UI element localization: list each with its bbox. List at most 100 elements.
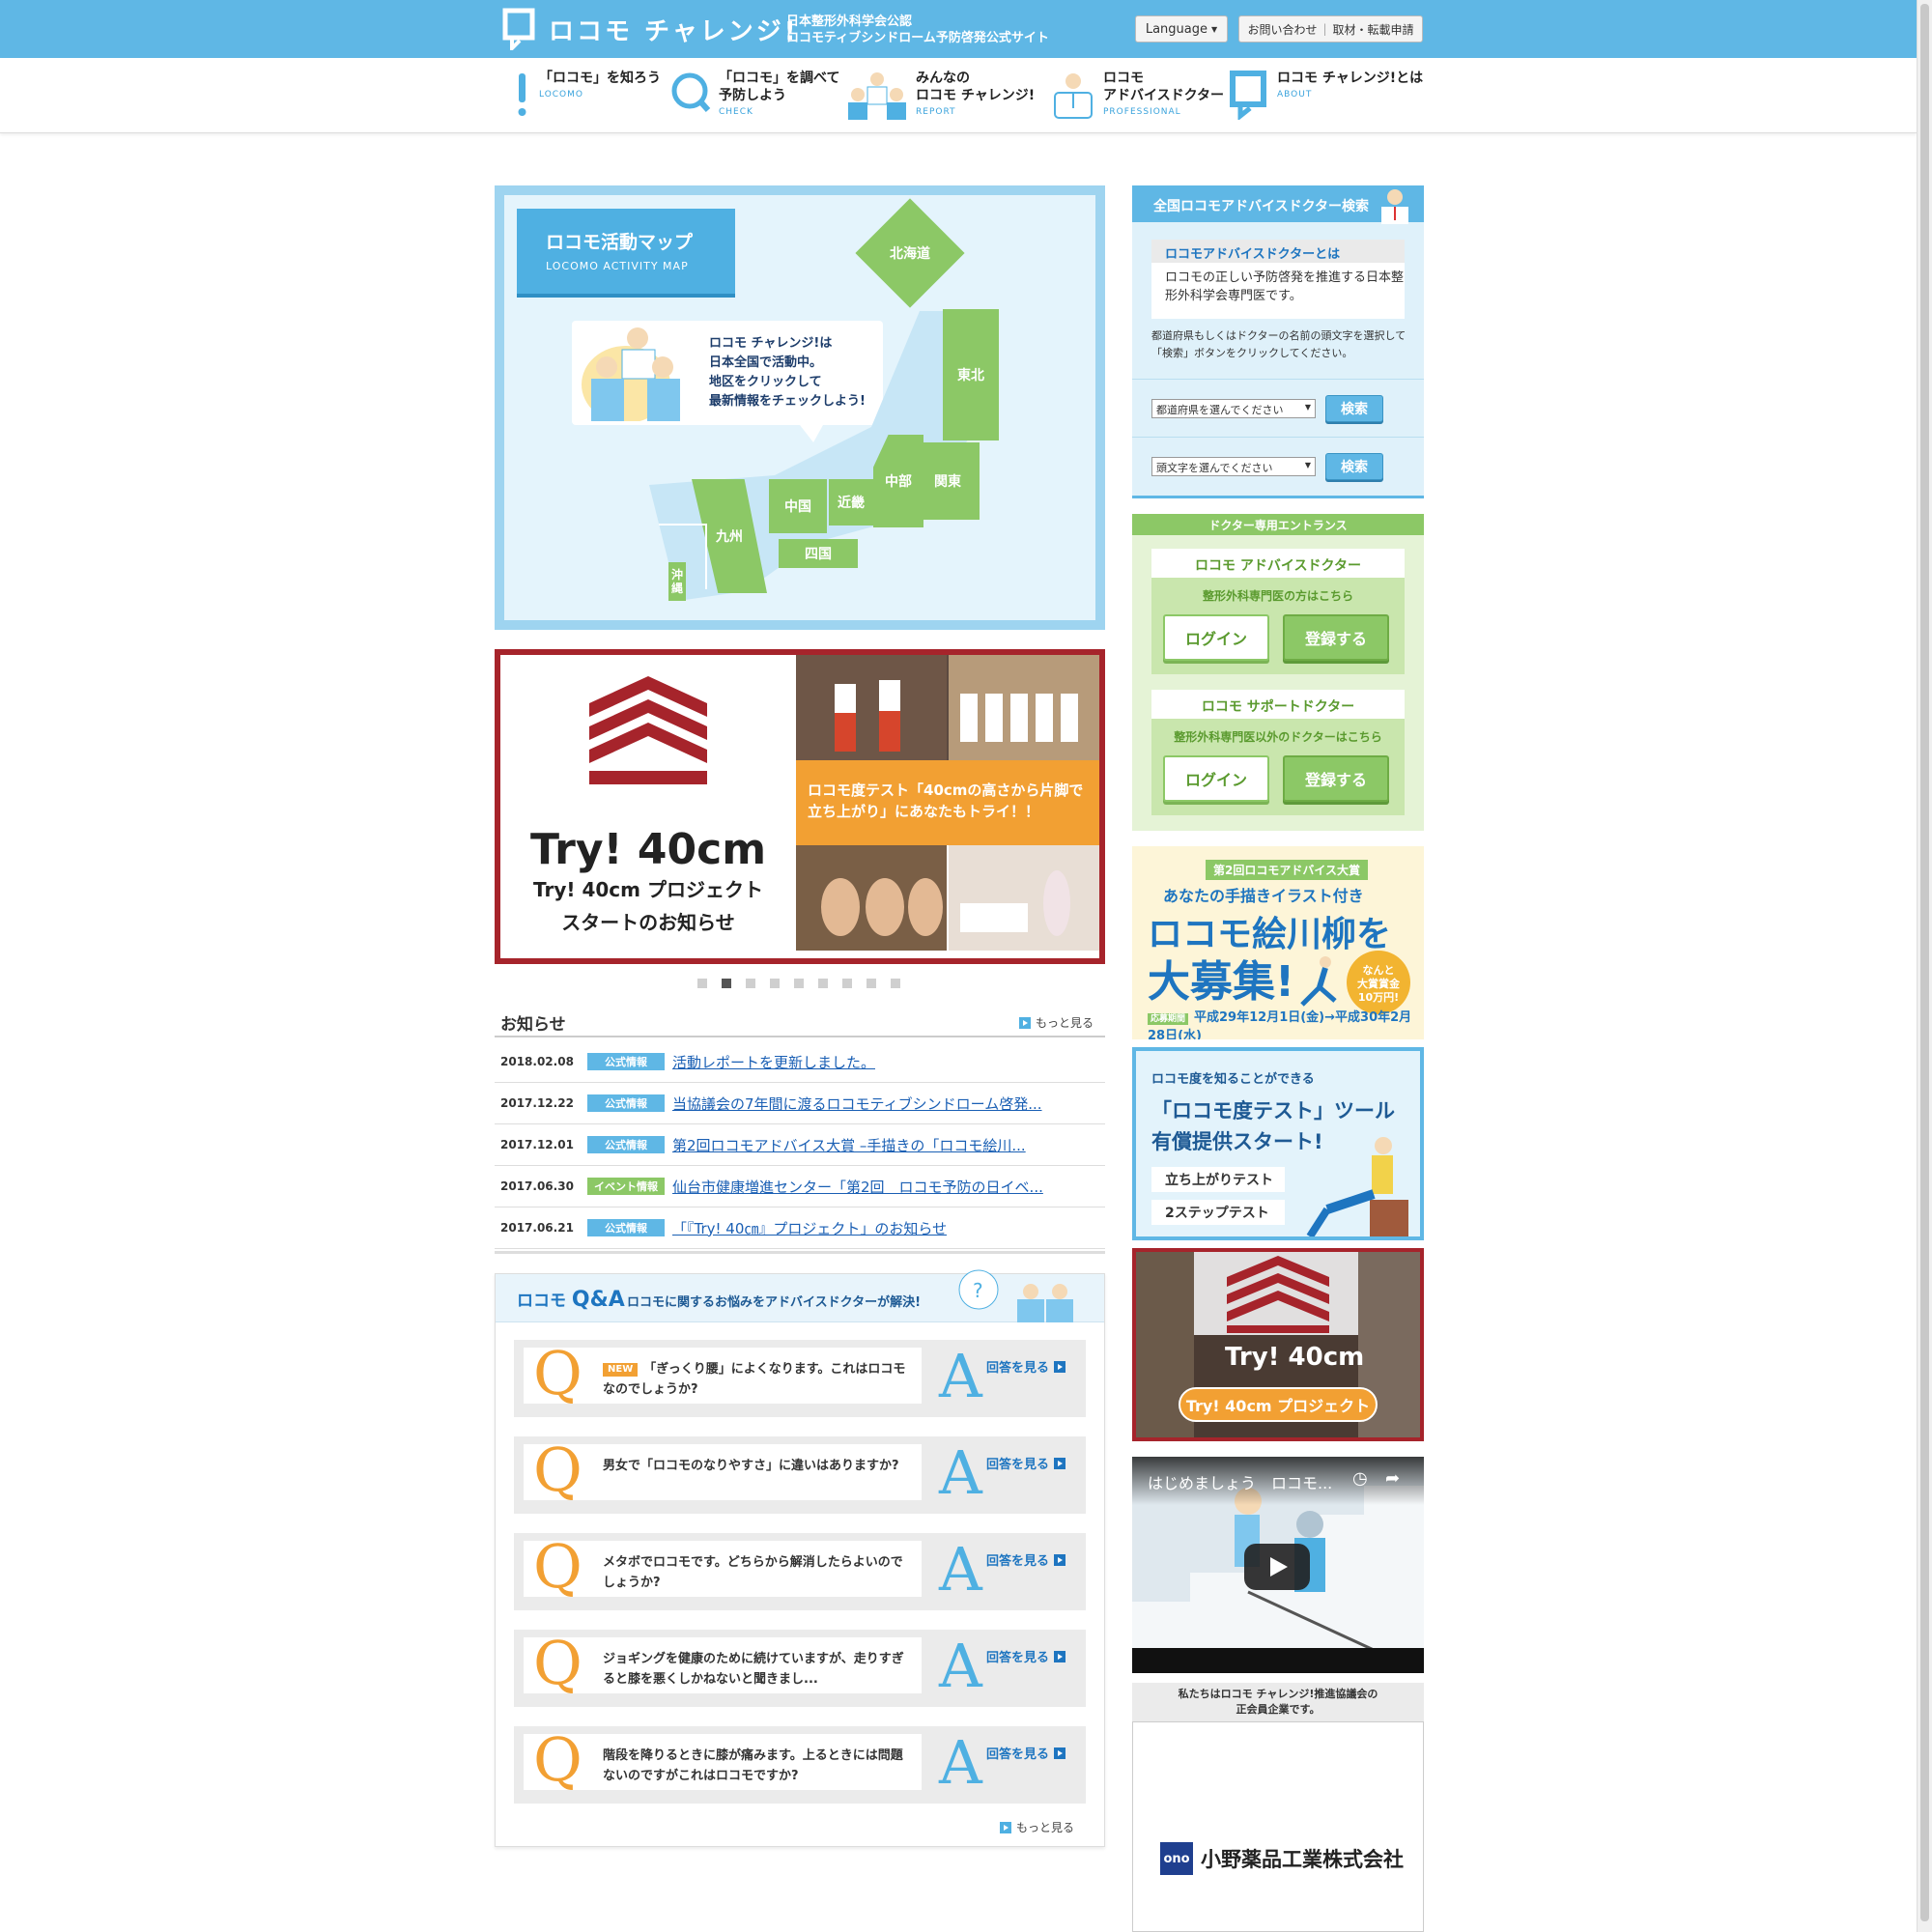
utility-links: お問い合わせ | 取材・転載申請 (1238, 15, 1423, 43)
language-button[interactable]: Language ▼ (1135, 15, 1228, 43)
stretching-person-icon (1296, 954, 1345, 1012)
view-answer-link[interactable]: 回答を見る (986, 1647, 1066, 1665)
news-link[interactable]: 「『Try! 40㎝』プロジェクト」のお知らせ (672, 1218, 947, 1238)
nav-item-check[interactable]: 「ロコモ」を調べて 予防しよう CHECK (670, 70, 839, 128)
arrow-right-icon (1054, 1553, 1066, 1566)
advise-doctor-subtitle: 整形外科専門医の方はこちら (1202, 589, 1353, 603)
share-icon[interactable]: ➦ (1385, 1468, 1400, 1489)
slider-dot[interactable] (697, 979, 707, 988)
senryu-line-3: 大募集! (1148, 957, 1295, 1007)
senryu-line-1: あなたの手描きイラスト付き (1163, 887, 1364, 905)
prefecture-search-row: 都道府県を選んでください 検索 (1151, 394, 1383, 423)
people-icon (846, 70, 908, 120)
q-mark-icon: Q (533, 1435, 582, 1505)
slider-dot[interactable] (746, 979, 755, 988)
logo-text: ロコモ チャレンジ! (549, 16, 799, 46)
news-date: 2017.06.21 (500, 1221, 574, 1235)
divider (1132, 437, 1424, 438)
nav-item-professional[interactable]: ロコモ アドバイスドクター PROFESSIONAL (1051, 70, 1224, 128)
qa-brand-prefix: ロコモ (517, 1292, 566, 1311)
arrow-right-icon (1054, 1457, 1066, 1469)
scrollbar-thumb[interactable] (1920, 4, 1929, 1921)
ono-company-name: 小野薬品工業株式会社 (1201, 1848, 1404, 1871)
clock-icon[interactable]: ◷ (1352, 1468, 1368, 1489)
arrow-right-icon (1000, 1821, 1011, 1833)
view-answer-link[interactable]: 回答を見る (986, 1550, 1066, 1569)
region-shikoku[interactable]: 四国 (779, 539, 858, 568)
qa-item[interactable]: Q ジョギングを健康のために続けていますが、走りすぎると膝を悪くしかねないと聞きま… (514, 1630, 1086, 1707)
region-label: 中国 (784, 499, 811, 515)
nav-sublabel: LOCOMO (539, 90, 583, 99)
question-label: 「ぎっくり腰」によくなります。これはロコモなのでしょうか? (603, 1362, 906, 1397)
qa-item[interactable]: Q NEW 「ぎっくり腰」によくなります。これはロコモなのでしょうか? A 回答を見る (514, 1340, 1086, 1417)
region-tohoku[interactable]: 東北 (943, 309, 999, 440)
news-link[interactable]: 当協議会の7年間に渡るロコモティブシンドローム啓発... (672, 1094, 1042, 1114)
video-title-text: はじめましょう ロコモ... (1148, 1474, 1333, 1492)
feature-slider[interactable]: Try! 40cm Try! 40cm プロジェクト スタートのお知らせ ロコモ… (495, 649, 1105, 964)
region-label: 東北 (957, 368, 984, 384)
new-badge: NEW (603, 1362, 639, 1377)
initial-search-row: 頭文字を選んでください 検索 (1151, 452, 1383, 481)
prefecture-search-button[interactable]: 検索 (1325, 395, 1383, 422)
link-separator: | (1322, 22, 1327, 36)
stand-up-test-pill: 立ち上がりテスト (1151, 1167, 1285, 1192)
slider-dot[interactable] (891, 979, 900, 988)
main-nav: 「ロコモ」を知ろう LOCOMO 「ロコモ」を調べて 予防しよう CHECK み… (0, 58, 1917, 133)
qa-item[interactable]: Q 階段を降りるときに膝が痛みます。上るときには問題ないのですがこれはロコモですか… (514, 1726, 1086, 1804)
region-okinawa[interactable]: 沖縄 (668, 562, 686, 601)
initial-select[interactable]: 頭文字を選んでください (1151, 457, 1316, 476)
doctor-icon (1051, 70, 1095, 120)
doctor-entrance-title: ドクター専用エントランス (1132, 514, 1424, 535)
ono-pharma-logo[interactable]: ono 小野薬品工業株式会社 (1160, 1842, 1404, 1875)
play-button-icon[interactable] (1244, 1544, 1310, 1590)
news-link[interactable]: 仙台市健康増進センター「第2回 ロコモ予防の日イベ... (672, 1177, 1043, 1197)
try-40cm-logo-text: Try! 40cm (1225, 1343, 1365, 1372)
slider-dot[interactable] (818, 979, 828, 988)
page-scrollbar[interactable] (1917, 0, 1932, 1932)
qa-item[interactable]: Q 男女で「ロコモのなりやすさ」に違いはありますか? A 回答を見る (514, 1436, 1086, 1514)
try-40cm-banner[interactable]: Try! 40cm Try! 40cm プロジェクト (1132, 1248, 1424, 1441)
advise-doctor-login-button[interactable]: ログイン (1163, 614, 1269, 661)
slider-dot[interactable] (722, 979, 731, 988)
svg-text:?: ? (973, 1279, 983, 1302)
region-label: 北海道 (890, 246, 930, 262)
try-40cm-project-button[interactable]: Try! 40cm プロジェクト (1179, 1387, 1378, 1422)
site-logo[interactable]: ロコモ チャレンジ! (502, 8, 799, 53)
contact-link[interactable]: お問い合わせ (1247, 21, 1317, 38)
dropdown-arrow-icon: ▼ (1211, 24, 1218, 34)
news-link[interactable]: 第2回ロコモアドバイス大賞 –手描きの「ロコモ絵川... (672, 1135, 1026, 1155)
language-label: Language (1145, 21, 1208, 37)
view-answer-link[interactable]: 回答を見る (986, 1744, 1066, 1762)
slider-dot[interactable] (867, 979, 876, 988)
advise-doctor-register-button[interactable]: 登録する (1283, 614, 1389, 661)
nav-item-report[interactable]: みんなの ロコモ チャレンジ! REPORT (846, 70, 1035, 128)
video-control-bar[interactable] (1132, 1648, 1424, 1673)
news-link[interactable]: 活動レポートを更新しました。 (672, 1052, 875, 1072)
region-kinki[interactable]: 近畿 (829, 479, 873, 526)
qa-item[interactable]: Q メタボでロコモです。どちらから解消したらよいのでしょうか? A 回答を見る (514, 1533, 1086, 1610)
view-answer-link[interactable]: 回答を見る (986, 1454, 1066, 1472)
news-more-link[interactable]: もっと見る (1018, 1014, 1094, 1031)
slider-dot[interactable] (794, 979, 804, 988)
logo-mark-icon (1229, 70, 1269, 122)
region-chugoku[interactable]: 中国 (769, 479, 827, 533)
nav-item-about[interactable]: ロコモ チャレンジ!とは ABOUT (1229, 70, 1423, 128)
a-mark-icon: A (939, 1534, 982, 1605)
locomo-test-banner[interactable]: ロコモ度を知ることができる 「ロコモ度テスト」ツール 有償提供スタート! 立ち上… (1132, 1047, 1424, 1240)
initial-search-button[interactable]: 検索 (1325, 453, 1383, 480)
senryu-contest-banner[interactable]: 第2回ロコモアドバイス大賞 あなたの手描きイラスト付き ロコモ絵川柳を 大募集!… (1132, 846, 1424, 1039)
view-answer-link[interactable]: 回答を見る (986, 1357, 1066, 1376)
slider-dot[interactable] (770, 979, 780, 988)
site-tagline: 日本整形外科学会公認 ロコモティブシンドローム予防啓発公式サイト (786, 14, 1049, 46)
region-kanto[interactable]: 関東 (916, 442, 980, 520)
support-doctor-title: ロコモ サポートドクター (1151, 690, 1405, 719)
prefecture-select[interactable]: 都道府県を選んでください (1151, 399, 1316, 418)
qa-more-link[interactable]: もっと見る (1000, 1819, 1074, 1835)
video-player[interactable]: はじめましょう ロコモ... ◷ ➦ (1132, 1457, 1424, 1673)
press-link[interactable]: 取材・転載申請 (1333, 21, 1414, 38)
arrow-right-icon (1054, 1747, 1066, 1759)
nav-item-locomo[interactable]: 「ロコモ」を知ろう LOCOMO (512, 70, 661, 128)
slider-dot[interactable] (842, 979, 852, 988)
support-doctor-login-button[interactable]: ログイン (1163, 755, 1269, 802)
support-doctor-register-button[interactable]: 登録する (1283, 755, 1389, 802)
